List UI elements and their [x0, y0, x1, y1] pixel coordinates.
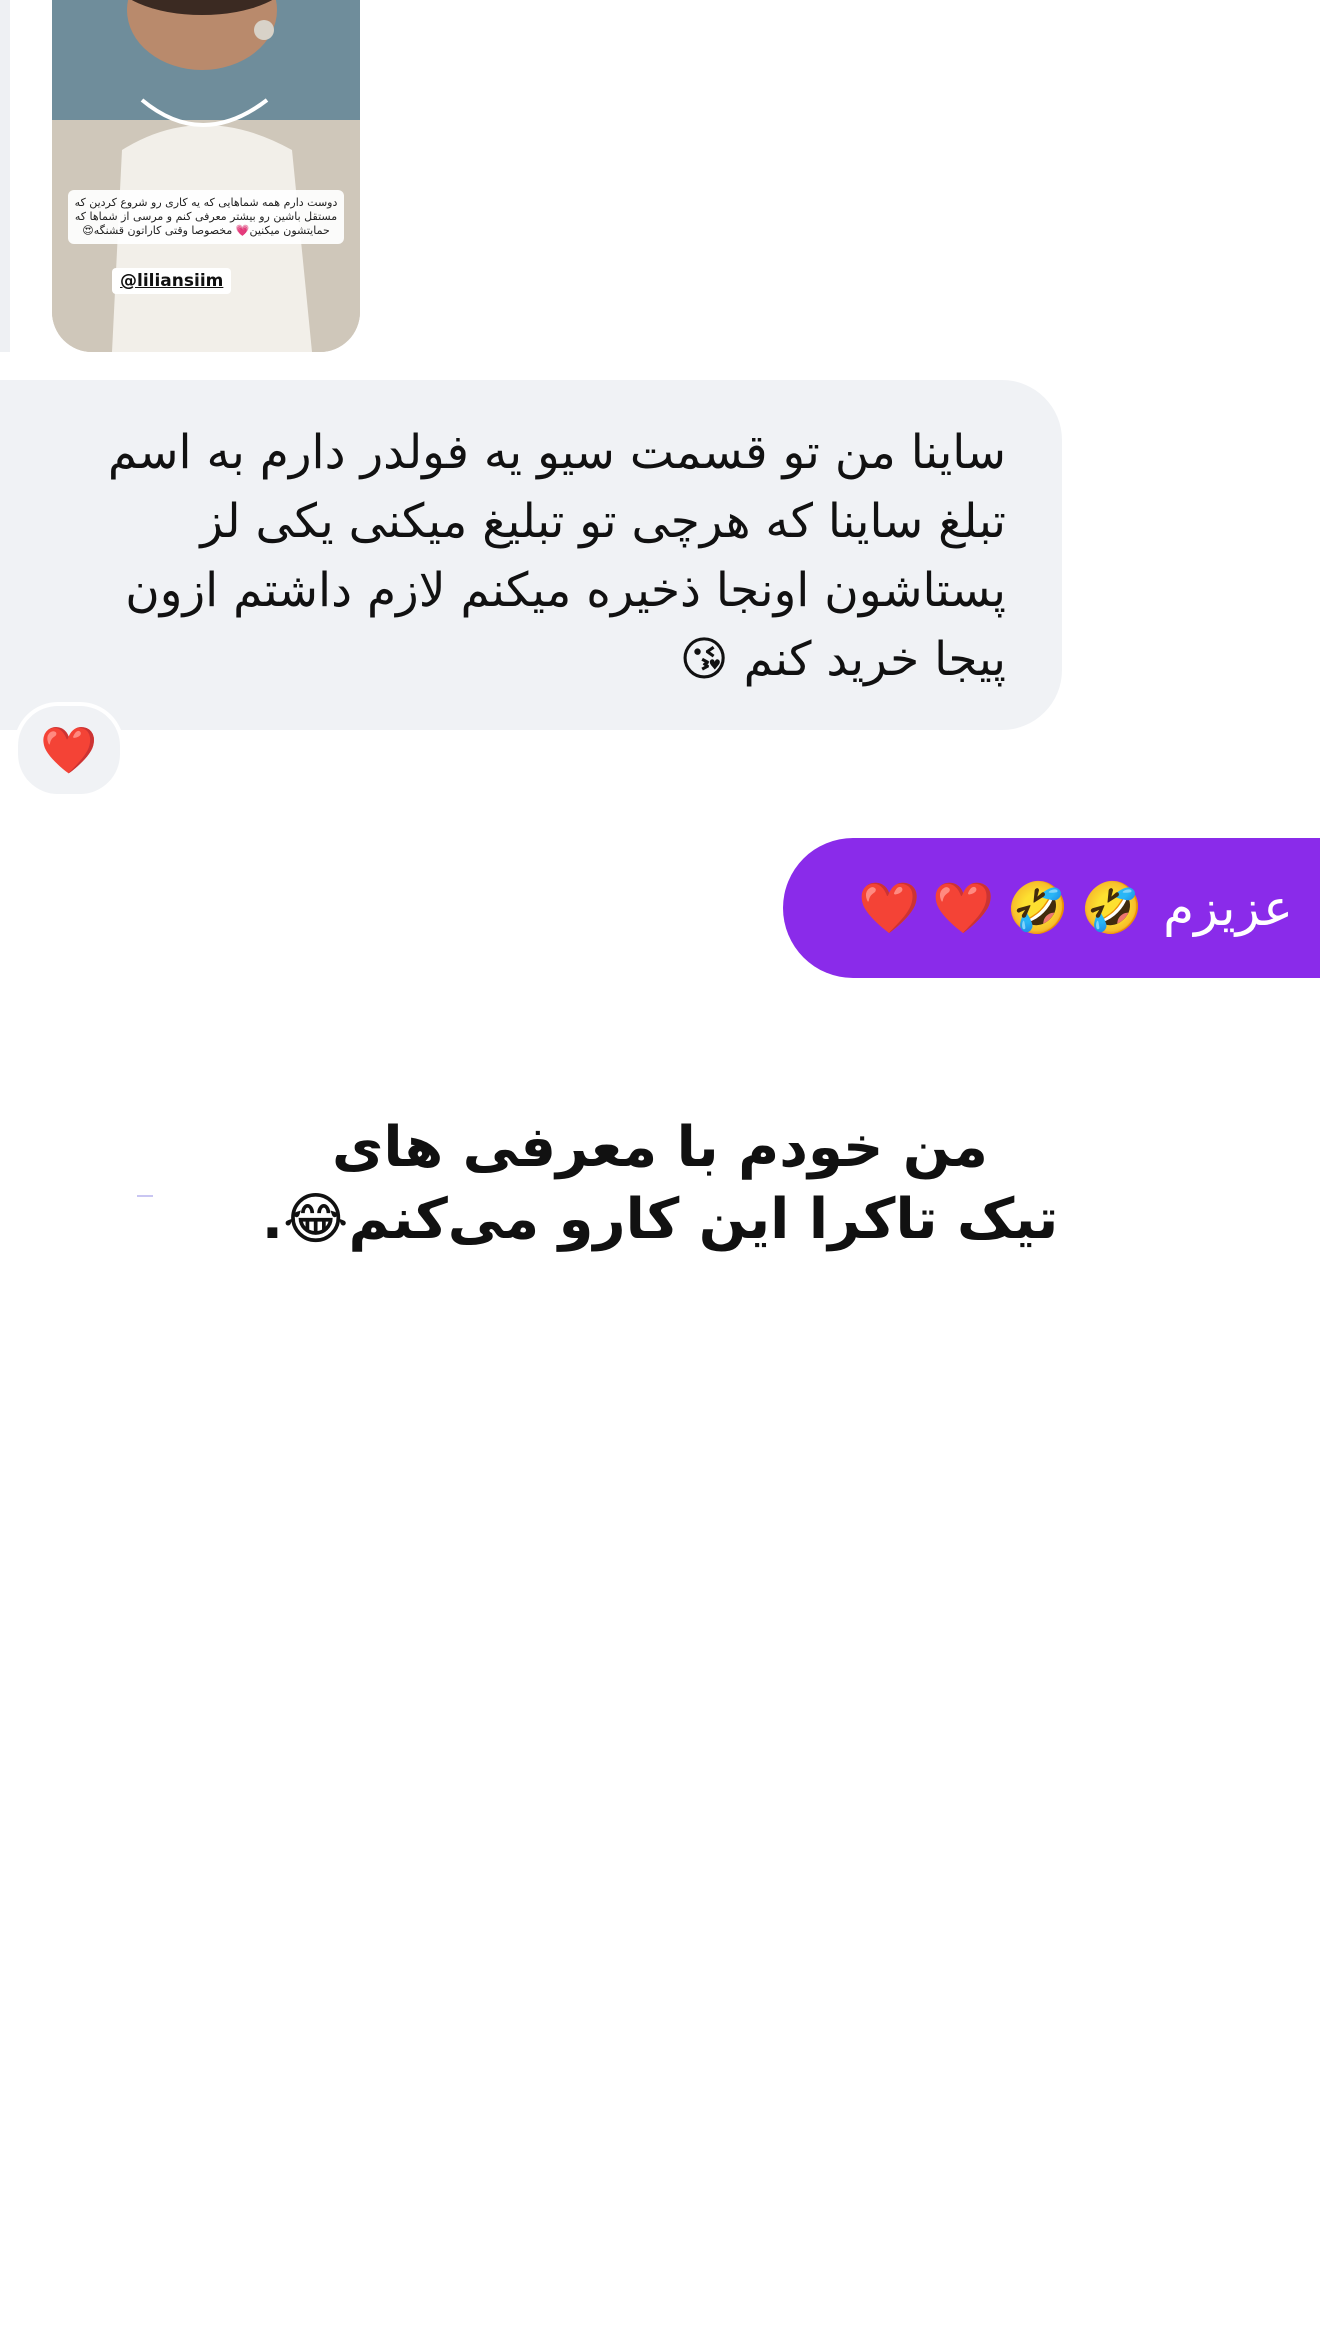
story-caption: دوست دارم همه شماهایی که یه کاری رو شروع… — [68, 190, 344, 244]
rofl-emoji-icon: 🤣 — [1006, 878, 1069, 937]
story-handle: @liliansiim — [112, 268, 232, 294]
red-heart-emoji-icon: ❤️ — [858, 878, 921, 937]
shared-story-preview[interactable]: دوست دارم همه شماهایی که یه کاری رو شروع… — [52, 0, 360, 352]
overlay-caption: من خودم با معرفی های تیک تاکرا این کارو … — [261, 1115, 1059, 1252]
red-heart-emoji-icon: ❤️ — [932, 878, 995, 937]
rofl-emoji-icon: 🤣 — [1080, 878, 1144, 937]
outgoing-message-bubble[interactable]: عزیزم 🤣 🤣 ❤️ ❤️ — [783, 838, 1320, 978]
story-photo — [52, 0, 360, 352]
incoming-message-bubble[interactable]: ساینا من تو قسمت سیو یه فولدر دارم به اس… — [0, 380, 1062, 730]
small-artifact-mark — [137, 1195, 153, 1197]
outgoing-message-text: عزیزم — [1163, 879, 1293, 937]
thread-left-rule — [0, 0, 10, 352]
heart-reaction-badge[interactable]: ❤️ — [14, 702, 124, 798]
